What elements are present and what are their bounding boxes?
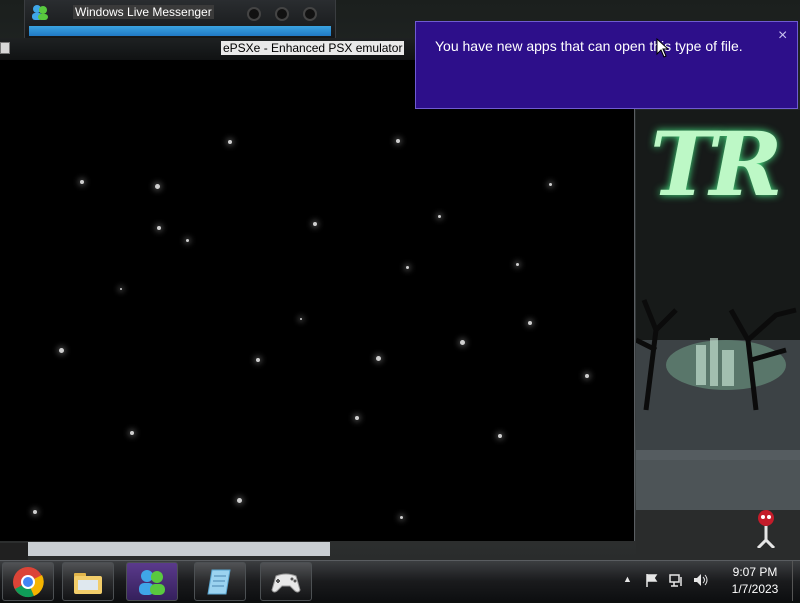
show-desktop-button[interactable] — [792, 561, 800, 601]
star — [313, 222, 317, 226]
star — [155, 184, 160, 189]
star — [516, 263, 519, 266]
star — [585, 374, 589, 378]
messenger-header-bar — [29, 26, 331, 36]
window-menu-icon[interactable] — [0, 42, 10, 54]
clock-date[interactable]: 1/7/2023 — [722, 582, 788, 596]
star — [186, 239, 189, 242]
new-apps-notification[interactable]: You have new apps that can open this typ… — [415, 21, 798, 109]
notification-message: You have new apps that can open this typ… — [435, 38, 743, 54]
notepad-icon — [204, 566, 236, 603]
volume-icon[interactable] — [693, 573, 709, 590]
skull-figure-icon — [752, 508, 780, 550]
epsxe-window[interactable]: ePSXe - Enhanced PSX emulator — [0, 38, 635, 541]
star — [400, 516, 403, 519]
star — [460, 340, 465, 345]
folder-icon — [72, 566, 104, 603]
gamepad-icon — [270, 566, 302, 603]
star — [406, 266, 409, 269]
messenger-icon — [136, 566, 168, 603]
star — [228, 140, 232, 144]
maximize-button[interactable] — [275, 7, 289, 21]
star — [157, 226, 161, 230]
mouse-cursor-icon — [656, 37, 670, 63]
star — [300, 318, 302, 320]
messenger-bottom-strip — [28, 542, 330, 556]
desktop-edge — [0, 543, 28, 560]
close-icon[interactable]: × — [778, 27, 787, 45]
star — [130, 431, 134, 435]
star — [498, 434, 502, 438]
taskbar-notepad-button[interactable] — [194, 562, 246, 601]
messenger-icon — [31, 4, 49, 25]
tray-overflow-icon[interactable]: ▲ — [623, 574, 632, 584]
star — [438, 215, 441, 218]
star — [256, 358, 260, 362]
network-icon[interactable] — [669, 573, 685, 590]
star — [355, 416, 359, 420]
taskbar-explorer-button[interactable] — [62, 562, 114, 601]
taskbar-epsxe-button[interactable] — [260, 562, 312, 601]
star — [528, 321, 532, 325]
star — [396, 139, 400, 143]
taskbar-messenger-button[interactable] — [126, 562, 178, 601]
flag-icon[interactable] — [645, 573, 659, 590]
star — [59, 348, 64, 353]
star — [120, 288, 122, 290]
star — [80, 180, 84, 184]
star — [33, 510, 37, 514]
close-button[interactable] — [303, 7, 317, 21]
minimize-button[interactable] — [247, 7, 261, 21]
chrome-icon — [12, 566, 44, 603]
messenger-window[interactable]: Windows Live Messenger — [24, 0, 336, 41]
taskbar: ▲ 9:07 PM 1/7/2023 — [0, 560, 800, 601]
star — [237, 498, 242, 503]
taskbar-chrome-button[interactable] — [2, 562, 54, 601]
epsxe-title: ePSXe - Enhanced PSX emulator — [221, 41, 405, 55]
star — [376, 356, 381, 361]
wallpaper-title-letters: TR — [650, 112, 783, 216]
clock-time[interactable]: 9:07 PM — [722, 565, 788, 579]
star — [549, 183, 552, 186]
messenger-title: Windows Live Messenger — [73, 5, 214, 19]
